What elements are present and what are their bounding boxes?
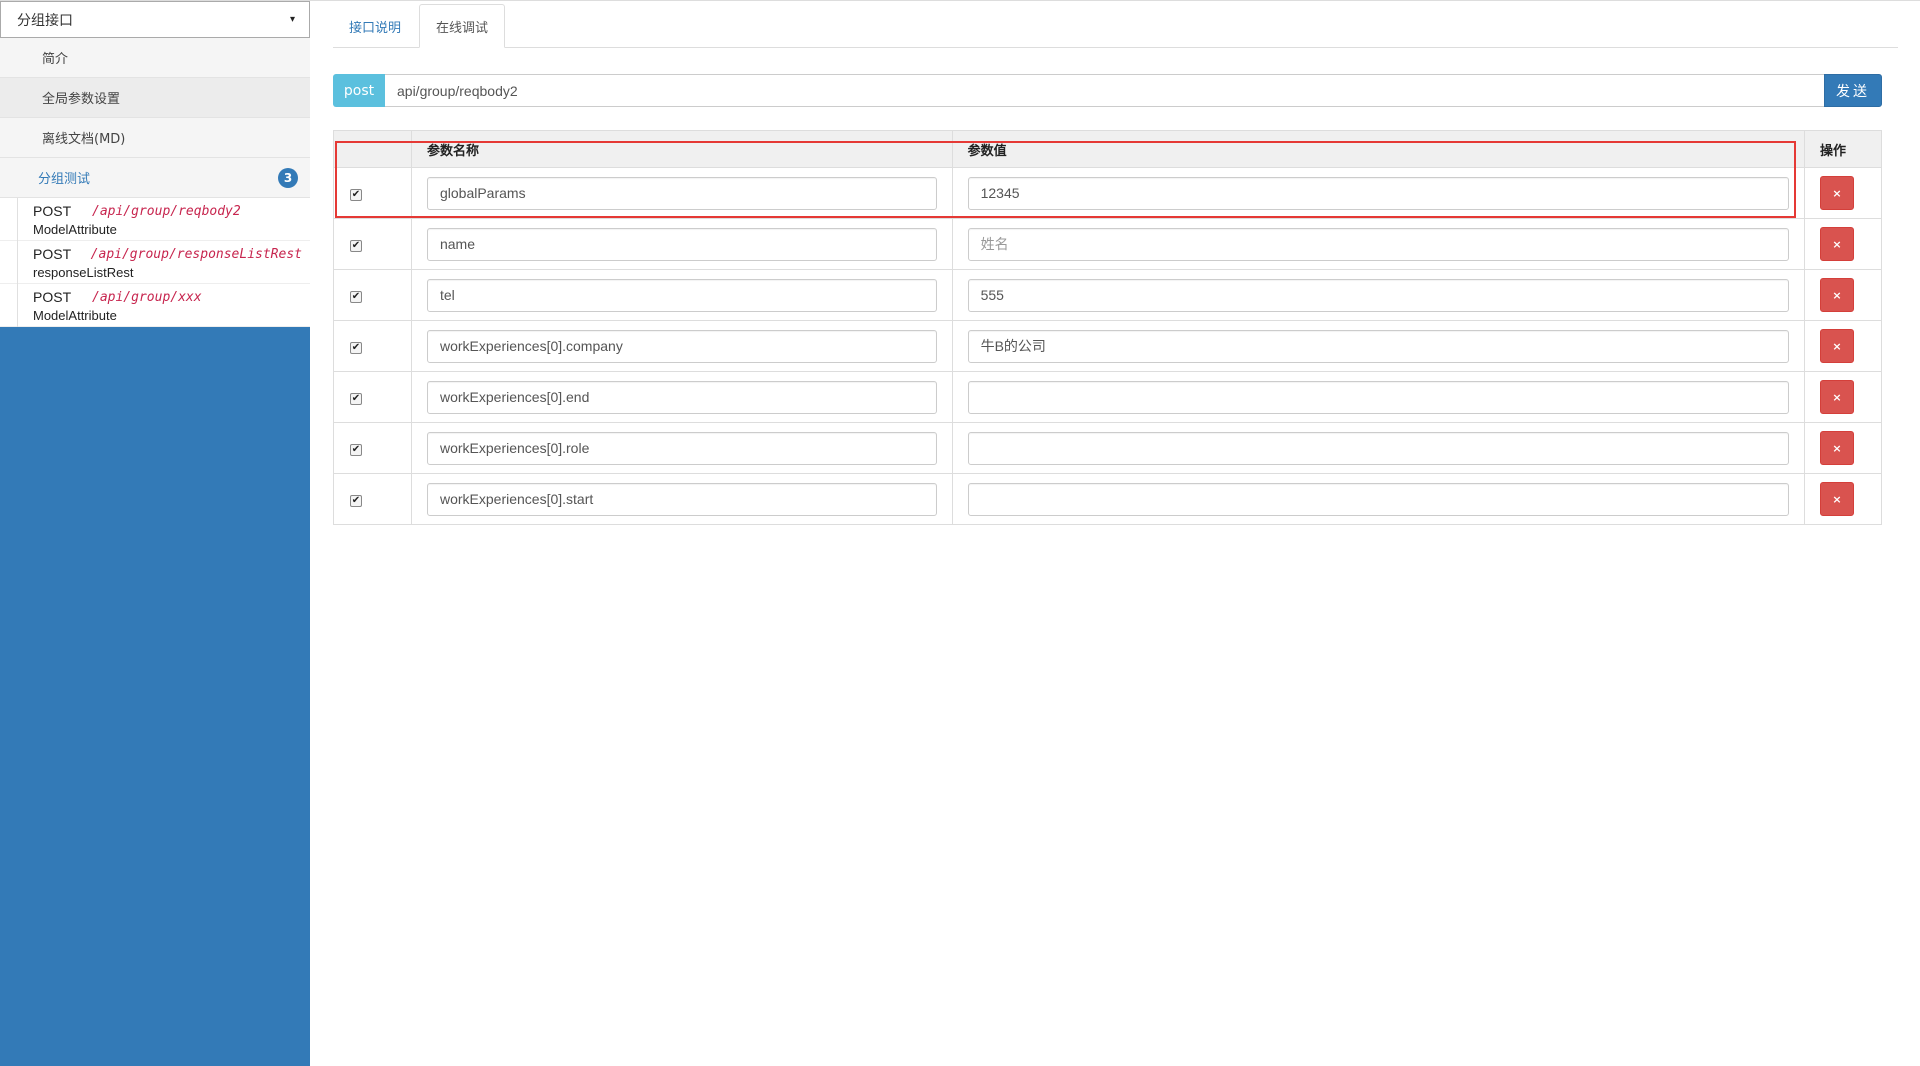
param-value-input[interactable]: [967, 176, 1789, 210]
table-row: ✔ ×: [333, 422, 1883, 474]
close-icon: ×: [1832, 441, 1842, 455]
api-summary: responseListRest: [33, 265, 134, 280]
table-row: ✔ ×: [333, 371, 1883, 423]
request-url-bar: post 发送: [333, 74, 1882, 107]
sidebar-top: 分组接口 ▾ 简介 全局参数设置 离线文档(MD) 分组测试 3 POST /a…: [0, 1, 310, 327]
api-path: /api/group/reqbody2: [92, 203, 241, 219]
api-path: /api/group/responseListRest: [90, 246, 302, 262]
table-row: ✔ ×: [333, 320, 1883, 372]
main-panel: 接口说明 在线调试 post 发送 参数名称 参数值 操作 ✔: [333, 1, 1898, 1066]
checkmark-icon[interactable]: ✔: [350, 189, 362, 201]
sidebar-item-label: 离线文档(MD): [42, 132, 126, 147]
delete-row-button[interactable]: ×: [1819, 380, 1854, 414]
params-table: 参数名称 参数值 操作 ✔ × ✔ ×: [333, 130, 1883, 525]
sidebar: 分组接口 ▾ 简介 全局参数设置 离线文档(MD) 分组测试 3 POST /a…: [0, 1, 310, 1066]
table-row: ✔ ×: [333, 269, 1883, 321]
table-row: ✔ ×: [333, 218, 1883, 270]
close-icon: ×: [1832, 186, 1842, 200]
sidebar-item-group-test[interactable]: 分组测试 3: [0, 158, 310, 198]
sidebar-item-label: 简介: [42, 52, 69, 67]
checkmark-icon[interactable]: ✔: [350, 291, 362, 303]
header-operation: 操作: [1803, 130, 1883, 168]
checkmark-icon[interactable]: ✔: [350, 495, 362, 507]
api-list-item[interactable]: POST /api/group/reqbody2 ModelAttribute: [0, 198, 310, 241]
param-name-input[interactable]: [426, 227, 937, 261]
sidebar-item-label: 全局参数设置: [42, 92, 121, 107]
api-summary: ModelAttribute: [33, 308, 117, 323]
checkmark-icon[interactable]: ✔: [350, 393, 362, 405]
param-name-input[interactable]: [426, 176, 937, 210]
close-icon: ×: [1832, 492, 1842, 506]
sidebar-item-intro[interactable]: 简介: [0, 38, 310, 78]
api-list: POST /api/group/reqbody2 ModelAttribute …: [0, 198, 310, 327]
delete-row-button[interactable]: ×: [1819, 482, 1854, 516]
api-method: POST: [33, 246, 72, 262]
close-icon: ×: [1832, 339, 1842, 353]
checkmark-icon[interactable]: ✔: [350, 444, 362, 456]
table-header-row: 参数名称 参数值 操作: [333, 130, 1883, 168]
delete-row-button[interactable]: ×: [1819, 431, 1854, 465]
param-value-input[interactable]: [967, 380, 1789, 414]
delete-row-button[interactable]: ×: [1819, 176, 1854, 210]
table-row: ✔ ×: [333, 167, 1883, 219]
param-value-input[interactable]: [967, 227, 1789, 261]
sidebar-item-global-params[interactable]: 全局参数设置: [0, 78, 310, 118]
close-icon: ×: [1832, 390, 1842, 404]
table-row: ✔ ×: [333, 473, 1883, 525]
api-path: /api/group/xxx: [92, 289, 202, 305]
header-param-name: 参数名称: [410, 130, 953, 168]
param-value-input[interactable]: [967, 278, 1789, 312]
send-button[interactable]: 发送: [1824, 74, 1882, 107]
api-list-item[interactable]: POST /api/group/xxx ModelAttribute: [0, 284, 310, 327]
tab-debug[interactable]: 在线调试: [419, 4, 506, 48]
api-list-item[interactable]: POST /api/group/responseListRest respons…: [0, 241, 310, 284]
close-icon: ×: [1832, 288, 1842, 302]
param-name-input[interactable]: [426, 431, 937, 465]
param-name-input[interactable]: [426, 278, 937, 312]
tab-bar: 接口说明 在线调试: [333, 1, 1898, 48]
checkmark-icon[interactable]: ✔: [350, 240, 362, 252]
url-input[interactable]: [385, 74, 1824, 107]
param-value-input[interactable]: [967, 482, 1789, 516]
chevron-down-icon: ▾: [289, 14, 295, 25]
param-value-input[interactable]: [967, 431, 1789, 465]
checkmark-icon[interactable]: ✔: [350, 342, 362, 354]
delete-row-button[interactable]: ×: [1819, 329, 1854, 363]
sidebar-item-label: 分组测试: [38, 172, 91, 187]
tab-doc[interactable]: 接口说明: [333, 5, 417, 47]
group-select-value: 分组接口: [17, 12, 73, 29]
close-icon: ×: [1832, 237, 1842, 251]
param-name-input[interactable]: [426, 380, 937, 414]
app-window: 分组接口 ▾ 简介 全局参数设置 离线文档(MD) 分组测试 3 POST /a…: [0, 0, 1920, 1066]
param-name-input[interactable]: [426, 329, 937, 363]
param-value-input[interactable]: [967, 329, 1789, 363]
param-name-input[interactable]: [426, 482, 937, 516]
group-select[interactable]: 分组接口 ▾: [0, 1, 310, 38]
header-check: [333, 130, 412, 168]
delete-row-button[interactable]: ×: [1819, 278, 1854, 312]
method-label: post: [333, 74, 385, 107]
delete-row-button[interactable]: ×: [1819, 227, 1854, 261]
header-param-value: 参数值: [951, 130, 1805, 168]
count-badge: 3: [278, 167, 298, 188]
api-method: POST: [33, 203, 72, 219]
api-method: POST: [33, 289, 72, 305]
sidebar-item-offline-doc[interactable]: 离线文档(MD): [0, 118, 310, 158]
api-summary: ModelAttribute: [33, 222, 117, 237]
